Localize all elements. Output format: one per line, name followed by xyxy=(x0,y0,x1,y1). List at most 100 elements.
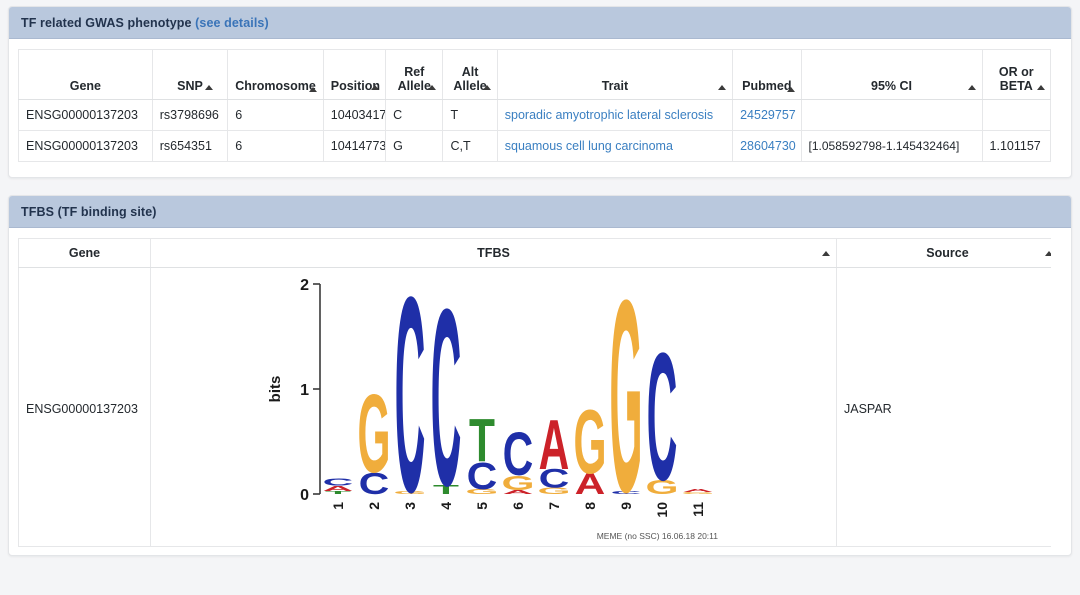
sort-asc-icon[interactable] xyxy=(1037,85,1045,90)
cell-gene: ENSG00000137203 xyxy=(18,267,151,547)
tfbs-table: Gene TFBS Source ENSG00000137203 0 1 2 b… xyxy=(18,238,1051,547)
svg-text:10: 10 xyxy=(654,502,670,518)
cell-chromosome: 6 xyxy=(227,99,324,131)
svg-text:8: 8 xyxy=(582,502,598,510)
col-header-source[interactable]: Source xyxy=(836,238,1051,268)
col-label: 95% CI xyxy=(871,79,913,93)
col-header-position[interactable]: Position xyxy=(322,49,387,100)
cell-source: JASPAR xyxy=(836,267,1051,547)
svg-text:G: G xyxy=(573,392,606,493)
sort-asc-icon[interactable] xyxy=(205,85,214,90)
sort-asc-icon[interactable] xyxy=(967,85,976,90)
svg-text:G: G xyxy=(609,274,642,542)
tfbs-table-body: ENSG00000137203 0 1 2 bits T A C 1 C G 2 G C 3 T C 4 G C T 5… xyxy=(18,267,1051,547)
table-row: ENSG00000137203 0 1 2 bits T A C 1 C G 2 G C 3 T C 4 G C T 5… xyxy=(18,267,1051,547)
col-header-gene[interactable]: Gene xyxy=(18,49,153,100)
col-label: Gene xyxy=(68,246,101,260)
svg-text:A: A xyxy=(538,406,569,485)
col-header-ci[interactable]: 95% CI xyxy=(800,49,983,100)
table-row: ENSG00000137203 rs654351 6 10414773 G C,… xyxy=(18,130,1051,162)
cell-pubmed: 28604730 xyxy=(732,130,802,162)
gwas-panel-title: TF related GWAS phenotype xyxy=(21,16,192,30)
svg-text:1: 1 xyxy=(300,382,309,399)
tfbs-panel-header: TFBS (TF binding site) xyxy=(9,196,1071,228)
col-label: Pubmed xyxy=(742,79,792,93)
svg-text:A: A xyxy=(682,488,713,493)
svg-text:6: 6 xyxy=(510,502,526,510)
gwas-panel: TF related GWAS phenotype (see details) … xyxy=(8,6,1072,178)
col-header-ref-allele[interactable]: Ref Allele xyxy=(385,49,444,100)
svg-text:7: 7 xyxy=(546,502,562,510)
sort-asc-icon[interactable] xyxy=(482,85,491,90)
sort-asc-icon[interactable] xyxy=(718,85,727,90)
col-header-pubmed[interactable]: Pubmed xyxy=(732,49,802,100)
sort-asc-icon[interactable] xyxy=(822,251,830,256)
svg-text:G: G xyxy=(357,372,390,496)
trait-link[interactable]: squamous cell lung carcinoma xyxy=(505,139,673,153)
cell-chromosome: 6 xyxy=(227,130,324,162)
svg-text:C: C xyxy=(502,420,533,489)
svg-text:MEME (no SSC) 16.06.18 20:11: MEME (no SSC) 16.06.18 20:11 xyxy=(596,531,718,541)
see-details-link[interactable]: (see details) xyxy=(195,16,269,30)
sequence-logo-svg: 012bitsTAC1CG2GC3TC4GCT5AGC6GCA7AG8CG9GC… xyxy=(267,274,718,542)
svg-text:bits: bits xyxy=(267,376,284,403)
cell-ref-allele: G xyxy=(385,130,444,162)
col-header-trait[interactable]: Trait xyxy=(496,49,734,100)
cell-gene: ENSG00000137203 xyxy=(18,130,153,162)
col-label: OR or BETA xyxy=(998,65,1034,93)
gwas-panel-body: Gene SNP Chromosome Position Ref Allele … xyxy=(9,39,1071,177)
pubmed-link[interactable]: 28604730 xyxy=(740,139,796,153)
svg-text:2: 2 xyxy=(300,277,309,294)
gwas-table-body: ENSG00000137203 rs3798696 6 10403417 C T… xyxy=(18,99,1051,162)
svg-text:C: C xyxy=(430,274,461,539)
cell-pubmed: 24529757 xyxy=(732,99,802,131)
gwas-table: Gene SNP Chromosome Position Ref Allele … xyxy=(18,49,1051,162)
svg-text:0: 0 xyxy=(300,487,309,504)
col-label: Source xyxy=(926,246,969,260)
sequence-logo: 0 1 2 bits T A C 1 C G 2 G C 3 T C 4 G C T 5 A G C 6 G C A 7 A G 8 C G 9 G C… xyxy=(152,269,836,546)
col-header-alt-allele[interactable]: Alt Allele xyxy=(442,49,498,100)
tfbs-panel: TFBS (TF binding site) Gene TFBS Source … xyxy=(8,195,1072,556)
col-label: TFBS xyxy=(477,246,510,260)
svg-text:C: C xyxy=(394,274,425,542)
sort-asc-icon[interactable] xyxy=(786,87,795,92)
sort-asc-icon[interactable] xyxy=(308,87,317,92)
svg-text:C: C xyxy=(646,314,677,518)
svg-text:2: 2 xyxy=(366,502,382,510)
cell-snp: rs654351 xyxy=(151,130,229,162)
cell-snp: rs3798696 xyxy=(151,99,229,131)
col-label: Gene xyxy=(69,79,102,93)
cell-ci: [1.058592798-1.145432464] xyxy=(800,130,983,162)
col-header-snp[interactable]: SNP xyxy=(151,49,229,100)
col-header-gene[interactable]: Gene xyxy=(18,238,151,268)
gwas-table-header-row: Gene SNP Chromosome Position Ref Allele … xyxy=(18,49,1051,100)
cell-tfbs-logo: 0 1 2 bits T A C 1 C G 2 G C 3 T C 4 G C T 5 A G C 6 G C A 7 A G 8 C G 9 G C… xyxy=(150,267,837,547)
col-label: Trait xyxy=(601,79,629,93)
col-header-tfbs[interactable]: TFBS xyxy=(150,238,837,268)
svg-text:5: 5 xyxy=(474,502,490,510)
gwas-panel-header: TF related GWAS phenotype (see details) xyxy=(9,7,1071,39)
tfbs-table-scroll: Gene TFBS Source ENSG00000137203 0 1 2 b… xyxy=(18,238,1051,547)
svg-text:11: 11 xyxy=(690,502,706,517)
tfbs-table-header-row: Gene TFBS Source xyxy=(18,238,1051,268)
cell-alt-allele: T xyxy=(442,99,498,131)
cell-trait: sporadic amyotrophic lateral sclerosis xyxy=(496,99,734,131)
sort-asc-icon[interactable] xyxy=(1045,251,1051,256)
svg-text:T: T xyxy=(469,407,495,476)
tfbs-panel-body: Gene TFBS Source ENSG00000137203 0 1 2 b… xyxy=(9,228,1071,555)
svg-text:3: 3 xyxy=(402,502,418,510)
sort-asc-icon[interactable] xyxy=(428,85,437,90)
svg-text:9: 9 xyxy=(618,502,634,510)
page-root: TF related GWAS phenotype (see details) … xyxy=(0,0,1080,595)
cell-ref-allele: C xyxy=(385,99,444,131)
col-label: SNP xyxy=(177,79,203,93)
sort-asc-icon[interactable] xyxy=(371,85,380,90)
trait-link[interactable]: sporadic amyotrophic lateral sclerosis xyxy=(505,108,713,122)
cell-ci xyxy=(800,99,983,131)
cell-alt-allele: C,T xyxy=(442,130,498,162)
col-header-or-beta[interactable]: OR or BETA xyxy=(981,49,1051,100)
table-row: ENSG00000137203 rs3798696 6 10403417 C T… xyxy=(18,99,1051,131)
pubmed-link[interactable]: 24529757 xyxy=(740,108,796,122)
cell-or-beta: 1.101157 xyxy=(981,130,1051,162)
col-header-chromosome[interactable]: Chromosome xyxy=(227,49,324,100)
